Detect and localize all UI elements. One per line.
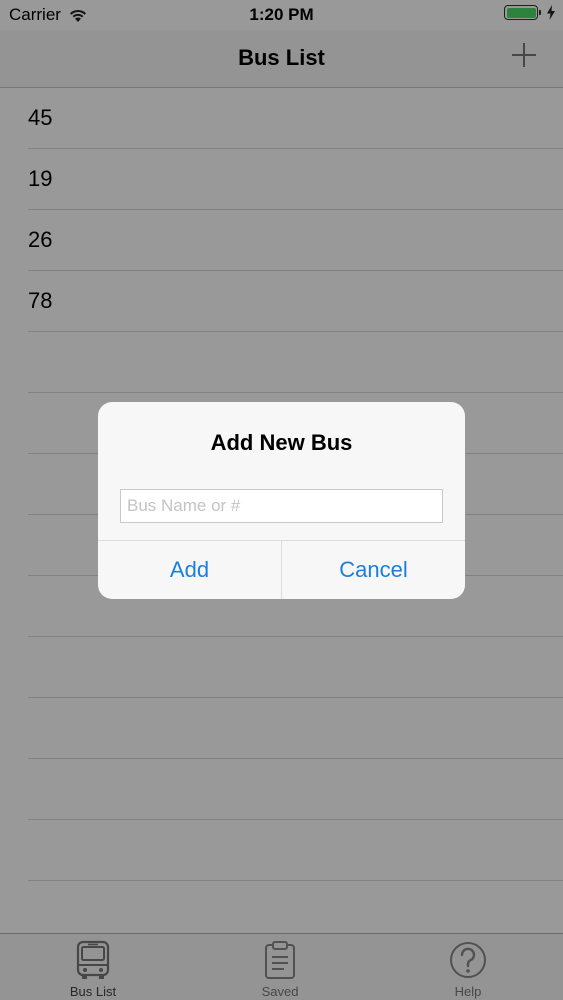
cancel-button[interactable]: Cancel xyxy=(282,541,465,599)
dialog-title: Add New Bus xyxy=(210,430,353,455)
bus-name-input[interactable] xyxy=(120,489,443,523)
add-button[interactable]: Add xyxy=(98,541,281,599)
add-bus-dialog: Add New Bus Add Cancel xyxy=(98,402,465,599)
